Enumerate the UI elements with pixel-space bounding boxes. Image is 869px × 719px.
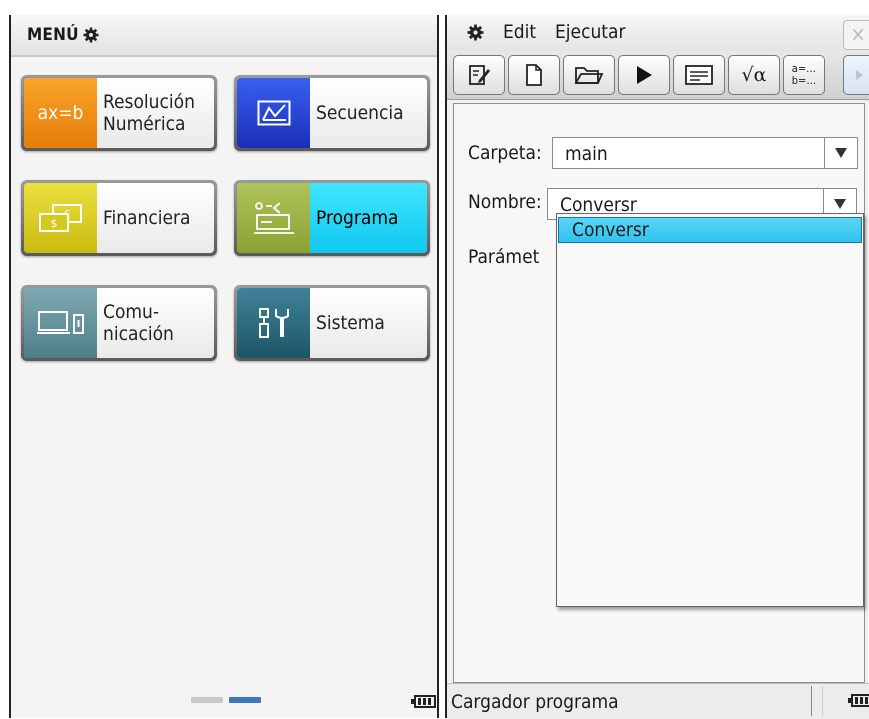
folder-select[interactable]: main xyxy=(552,137,858,169)
menu-run[interactable]: Ejecutar xyxy=(555,21,626,43)
sequence-graph-icon xyxy=(237,78,310,148)
program-icon xyxy=(237,183,310,253)
new-file-button[interactable] xyxy=(508,55,560,95)
edit-button[interactable] xyxy=(453,55,505,95)
name-label: Nombre: xyxy=(468,191,542,213)
menu-title: MENÚ xyxy=(27,25,79,45)
text-window-button[interactable] xyxy=(673,55,725,95)
app-system[interactable]: Sistema xyxy=(234,285,430,361)
app-label: nicación xyxy=(103,323,174,345)
variables-icon: a=… b=… xyxy=(792,63,816,87)
app-sequence[interactable]: Secuencia xyxy=(234,75,430,151)
math-keyboard-button[interactable]: √α xyxy=(728,55,780,95)
toolbar: √α a=… b=… xyxy=(447,51,869,100)
communication-icon xyxy=(24,288,97,358)
money-icon: € $ xyxy=(24,183,97,253)
menu-header: MENÚ xyxy=(11,15,437,57)
close-button[interactable]: × xyxy=(843,20,869,50)
status-text: Cargador programa xyxy=(451,691,619,713)
app-label: Secuencia xyxy=(316,102,404,124)
program-loader-window: Edit Ejecutar × √α a=… b=… Carpeta: main… xyxy=(445,15,869,719)
battery-icon xyxy=(848,694,869,707)
tools-icon xyxy=(237,288,310,358)
gear-icon[interactable] xyxy=(83,27,99,43)
app-communication[interactable]: Comu- nicación xyxy=(21,285,217,361)
variables-button[interactable]: a=… b=… xyxy=(783,55,825,95)
equation-icon: ax=b xyxy=(24,78,97,148)
edit-icon xyxy=(469,65,490,85)
app-label: Financiera xyxy=(103,207,191,229)
app-label: Numérica xyxy=(103,113,186,135)
status-bar: Cargador programa xyxy=(447,683,869,719)
app-numerical-solver[interactable]: ax=b Resolución Numérica xyxy=(21,75,217,151)
folder-label: Carpeta: xyxy=(468,142,542,164)
chevron-down-icon[interactable] xyxy=(824,138,857,168)
menu-bar: Edit Ejecutar × xyxy=(447,15,869,51)
app-label: Resolución xyxy=(103,91,195,113)
svg-text:$: $ xyxy=(50,217,57,230)
menu-screen: MENÚ ax=b Resolución Numérica Secuencia … xyxy=(9,15,439,718)
open-folder-icon xyxy=(574,67,604,84)
status-divider xyxy=(811,686,823,716)
text-window-icon xyxy=(685,65,713,85)
app-financial[interactable]: € $ Financiera xyxy=(21,180,217,256)
folder-value: main xyxy=(565,143,608,165)
name-dropdown-list: Conversr xyxy=(556,213,864,607)
dropdown-option[interactable]: Conversr xyxy=(558,217,862,243)
params-label: Parámet xyxy=(468,246,540,268)
page-dot-active[interactable] xyxy=(229,697,261,703)
app-label: Comu- xyxy=(103,301,160,323)
app-label: Programa xyxy=(310,183,427,253)
menu-edit[interactable]: Edit xyxy=(503,21,536,43)
more-icon xyxy=(855,70,863,80)
close-icon: × xyxy=(850,22,866,46)
app-program[interactable]: Programa xyxy=(234,180,430,256)
gear-icon[interactable] xyxy=(467,24,484,41)
variables-icon-line: b=… xyxy=(791,74,817,87)
page-dot-inactive[interactable] xyxy=(191,697,223,703)
run-icon xyxy=(637,66,652,84)
loader-form: Carpeta: main Nombre: Conversr Parámet C… xyxy=(453,103,865,683)
run-button[interactable] xyxy=(618,55,670,95)
open-button[interactable] xyxy=(563,55,615,95)
more-button[interactable] xyxy=(843,55,869,95)
app-label: Sistema xyxy=(316,312,385,334)
battery-icon xyxy=(411,695,436,708)
math-icon: √α xyxy=(741,64,767,86)
new-file-icon xyxy=(526,64,542,86)
